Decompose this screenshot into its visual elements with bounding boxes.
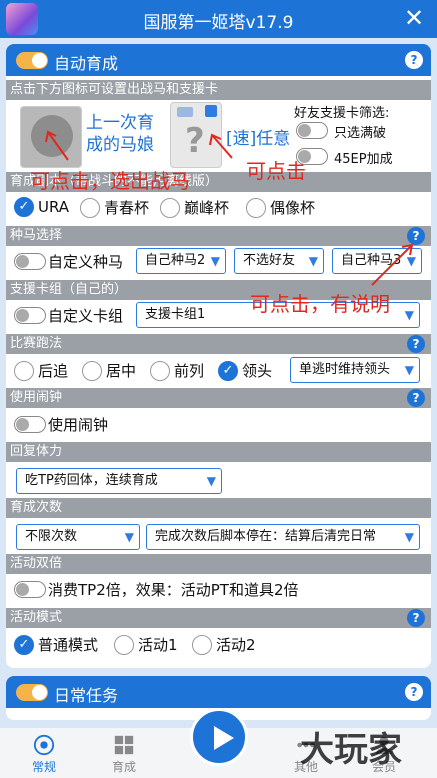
- nav-label: 常规: [31, 760, 56, 774]
- nav-general[interactable]: 常规: [4, 728, 84, 775]
- grid-icon: [114, 735, 134, 755]
- nav-train[interactable]: 育成: [84, 728, 164, 775]
- annotation-arrows: [45, 130, 414, 286]
- watermark: 大玩家: [300, 730, 402, 770]
- play-button[interactable]: [190, 708, 248, 766]
- chrome-icon: [33, 734, 55, 756]
- nav-label: 育成: [111, 760, 136, 774]
